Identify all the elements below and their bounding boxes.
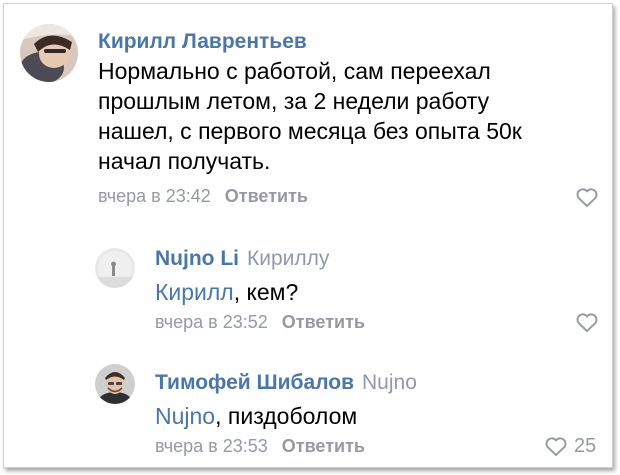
comment-author: Тимофей Шибалов Nujno	[155, 371, 417, 395]
comments-panel: Кирилл Лаврентьев Нормально с работой, с…	[3, 3, 613, 468]
like-count: 25	[574, 435, 597, 457]
comment-meta: вчера в 23:53 Ответить	[155, 436, 365, 457]
mention-link[interactable]: Nujno	[155, 403, 215, 429]
heart-outline-icon	[545, 437, 567, 457]
comment-body: , пиздоболом	[215, 403, 358, 429]
comment-3: Тимофей Шибалов Nujno Nujno, пиздоболом в…	[4, 4, 612, 467]
reply-button[interactable]: Ответить	[282, 436, 365, 456]
avatar[interactable]	[95, 364, 135, 404]
comment-text: Nujno, пиздоболом	[155, 401, 575, 431]
reply-to[interactable]: Nujno	[362, 371, 417, 394]
comment-author-name[interactable]: Тимофей Шибалов	[155, 371, 354, 394]
comment-time[interactable]: вчера в 23:53	[155, 436, 268, 456]
like-button[interactable]: 25	[544, 435, 596, 458]
